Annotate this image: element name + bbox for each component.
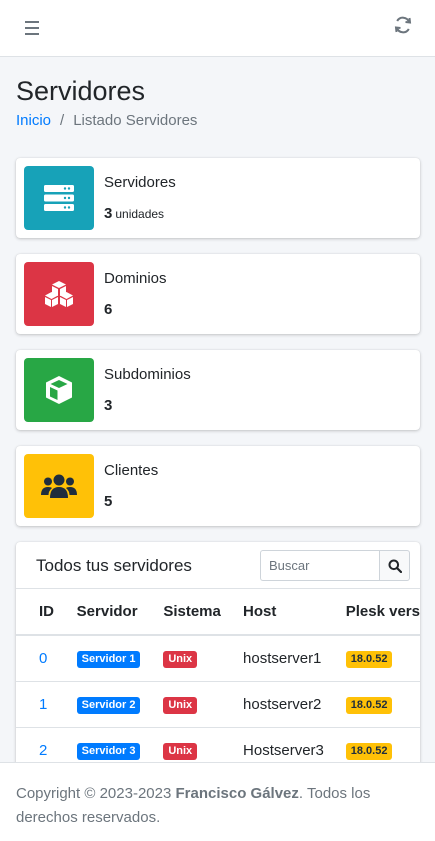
table-search — [260, 550, 410, 581]
info-box-number: 3 unidades — [104, 205, 164, 222]
info-box-label: Clientes — [104, 462, 159, 479]
info-box-value: 5 — [104, 493, 113, 510]
server-id-link[interactable]: 0 — [39, 650, 47, 667]
cell-host: hostserver2 — [243, 681, 346, 728]
server-badge: Servidor 3 — [76, 742, 141, 760]
info-box-value: 6 — [104, 301, 113, 318]
cell-id: 0 — [16, 635, 77, 682]
breadcrumb-current: Listado Servidores — [73, 112, 198, 129]
plesk-version-badge: 18.0.52 — [345, 742, 393, 760]
column-header-id[interactable]: ID — [16, 589, 77, 636]
breadcrumb: Inicio / Listado Servidores — [16, 112, 197, 129]
footer-copyright: Copyright © 2023-2023 — [16, 785, 176, 802]
page-title: Servidores — [16, 76, 146, 106]
card-title: Todos tus servidores — [36, 556, 192, 575]
info-box-unit: unidades — [115, 207, 165, 221]
info-box-label: Subdominios — [104, 366, 191, 383]
column-header-plesk[interactable]: Plesk vers — [345, 589, 420, 636]
column-header-sistema[interactable]: Sistema — [163, 589, 244, 636]
info-box-clientes: Clientes 5 — [16, 446, 420, 526]
table-row: 0 Servidor 1 Unix hostserver1 18.0.52 — [16, 635, 420, 682]
column-header-host[interactable]: Host — [243, 589, 346, 636]
cell-host: hostserver1 — [243, 635, 346, 682]
footer-author: Francisco Gálvez — [175, 785, 299, 802]
server-icon — [24, 166, 94, 230]
servers-card: Todos tus servidores ID Servidor Sistema… — [16, 542, 420, 772]
page-footer: Copyright © 2023-2023 Francisco Gálvez. … — [0, 762, 435, 841]
search-input[interactable] — [260, 550, 379, 581]
server-id-link[interactable]: 1 — [39, 696, 47, 713]
top-navbar — [0, 0, 435, 57]
cell-system: Unix — [163, 681, 244, 728]
users-icon — [24, 454, 94, 518]
search-icon — [388, 559, 402, 573]
cell-plesk: 18.0.52 — [345, 681, 420, 728]
info-box-value: 3 — [104, 205, 113, 222]
breadcrumb-separator: / — [60, 112, 65, 129]
cell-server: Servidor 1 — [76, 635, 164, 682]
cell-system: Unix — [163, 635, 244, 682]
table-header-row: ID Servidor Sistema Host Plesk vers — [16, 589, 420, 636]
system-badge: Unix — [163, 742, 198, 760]
info-box-dominios: Dominios 6 — [16, 254, 420, 334]
system-badge: Unix — [163, 696, 198, 714]
column-header-servidor[interactable]: Servidor — [76, 589, 164, 636]
info-box-value: 3 — [104, 397, 113, 414]
bars-icon[interactable] — [22, 17, 42, 39]
server-badge: Servidor 1 — [76, 650, 141, 668]
plesk-version-badge: 18.0.52 — [345, 650, 393, 668]
search-button[interactable] — [379, 550, 410, 581]
info-box-label: Servidores — [104, 174, 176, 191]
sync-icon[interactable] — [393, 15, 413, 35]
plesk-version-badge: 18.0.52 — [345, 696, 393, 714]
server-id-link[interactable]: 2 — [39, 742, 47, 759]
info-box-label: Dominios — [104, 270, 167, 287]
server-badge: Servidor 2 — [76, 696, 141, 714]
cell-id: 1 — [16, 681, 77, 728]
cell-plesk: 18.0.52 — [345, 635, 420, 682]
system-badge: Unix — [163, 650, 198, 668]
table-row: 1 Servidor 2 Unix hostserver2 18.0.52 — [16, 681, 420, 728]
breadcrumb-home-link[interactable]: Inicio — [16, 112, 51, 129]
cubes-icon — [24, 262, 94, 326]
info-box-subdominios: Subdominios 3 — [16, 350, 420, 430]
servers-table: ID Servidor Sistema Host Plesk vers 0 Se… — [16, 589, 420, 772]
info-box-servidores: Servidores 3 unidades — [16, 158, 420, 238]
cube-icon — [24, 358, 94, 422]
cell-server: Servidor 2 — [76, 681, 164, 728]
